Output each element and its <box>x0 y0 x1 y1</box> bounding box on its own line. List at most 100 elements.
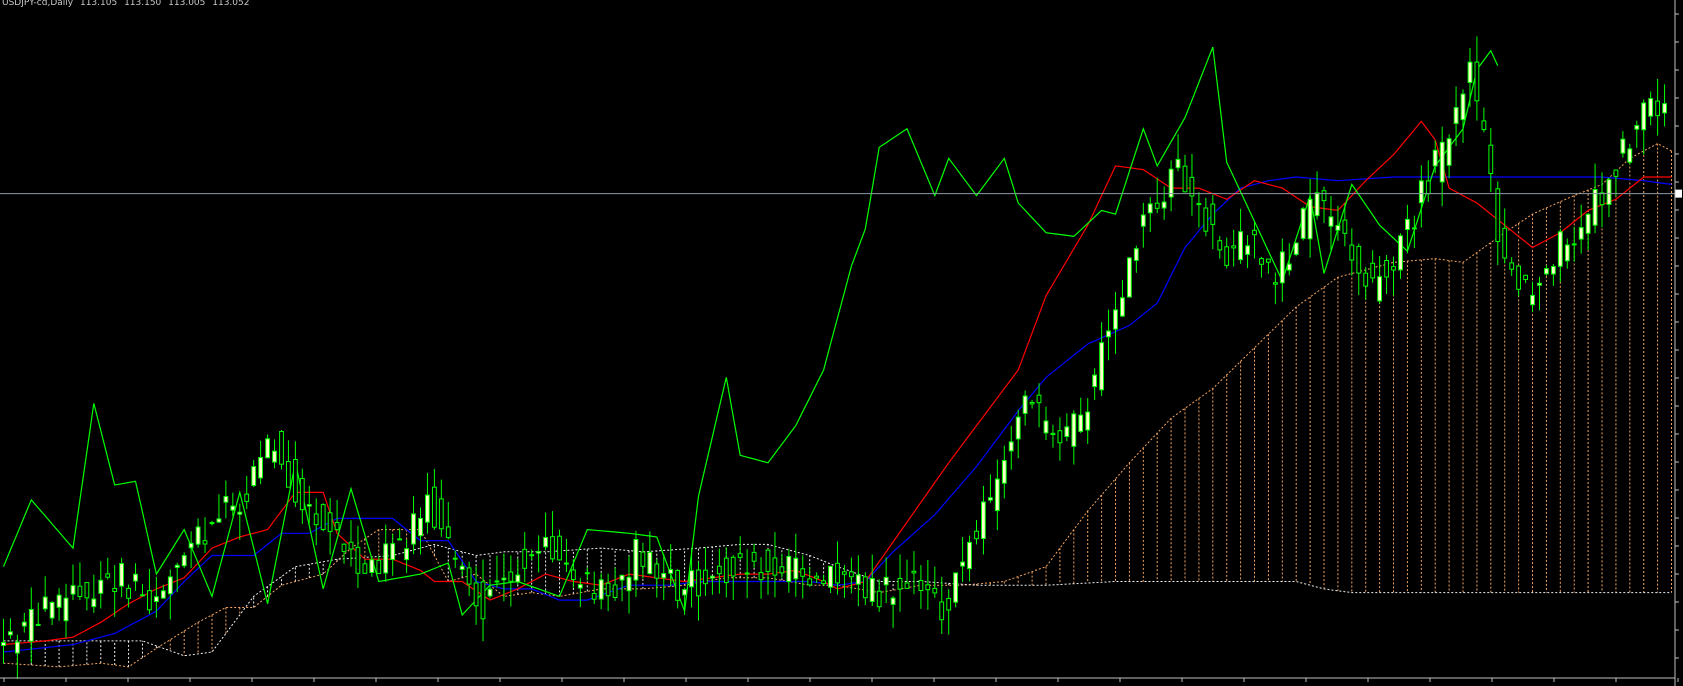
candle-bear <box>807 578 813 586</box>
candle-bull <box>251 466 257 487</box>
candle-bull <box>1022 395 1028 414</box>
candle-bear <box>932 587 938 594</box>
candle-bull <box>174 564 180 568</box>
candle-bear <box>1613 169 1619 177</box>
candle-bear <box>744 572 750 575</box>
chart-low-value: 113.005 <box>168 0 206 8</box>
candle-bear <box>737 553 743 558</box>
candle-bull <box>1085 411 1091 431</box>
candle-bull <box>369 559 375 573</box>
candle-bear <box>772 557 778 576</box>
candle-bull <box>216 518 222 523</box>
candle-bull <box>994 478 1000 512</box>
candle-bear <box>376 559 382 574</box>
candle-bear <box>974 530 979 540</box>
candle-bear <box>1516 265 1521 290</box>
candle-bull <box>1627 148 1633 163</box>
candle-bull <box>515 574 521 583</box>
candle-bull <box>1585 213 1591 234</box>
candle-bull <box>626 576 632 592</box>
candle-bull <box>1175 158 1181 169</box>
candle-bull <box>1634 125 1640 130</box>
candle-bear <box>1495 188 1501 243</box>
candle-bear <box>445 526 451 539</box>
candle-bear <box>1474 61 1480 102</box>
candle-bull <box>1092 374 1097 388</box>
candle-bear <box>362 563 368 574</box>
candle-bull <box>1467 61 1473 83</box>
candle-bull <box>1606 179 1612 205</box>
candle-bear <box>723 557 729 584</box>
candle-bull <box>70 585 76 595</box>
candle-bull <box>1446 138 1452 166</box>
candle-bear <box>112 588 118 592</box>
candle-bear <box>814 575 820 579</box>
candle-bull <box>793 557 799 580</box>
candle-bear <box>1210 203 1216 225</box>
price-scale[interactable] <box>1677 0 1683 686</box>
candle-bear <box>605 582 611 597</box>
candle-bear <box>202 540 208 545</box>
candle-bear <box>1029 402 1035 405</box>
candle-bear <box>1571 243 1577 246</box>
candle-bear <box>348 541 354 550</box>
candle-bear <box>529 554 535 557</box>
candle-bull <box>501 577 507 581</box>
candle-bull <box>1147 203 1153 214</box>
candle-bull <box>265 438 271 459</box>
candle-bear <box>862 576 868 599</box>
candle-bull <box>230 505 236 511</box>
candle-bear <box>696 569 701 597</box>
candle-bull <box>1106 330 1111 338</box>
candle-bull <box>390 543 396 561</box>
candle-bear <box>1481 120 1487 131</box>
candle-bull <box>1140 214 1146 227</box>
candle-bull <box>140 594 145 597</box>
candle-bull <box>1544 268 1549 275</box>
candle-bull <box>1 642 6 646</box>
candle-bull <box>1015 416 1021 440</box>
candle-bull <box>577 584 583 589</box>
chart-window[interactable]: USDJPY-cd,Daily 113.105 113.150 113.005 … <box>0 0 1683 686</box>
candle-bear <box>1509 262 1515 270</box>
candle-bear <box>1266 258 1271 263</box>
candle-bull <box>1398 235 1403 271</box>
candle-bear <box>1231 245 1237 249</box>
chart-close-value: 113.052 <box>212 0 250 8</box>
candle-bull <box>953 572 959 603</box>
candle-bull <box>1286 263 1292 271</box>
candle-bull <box>1335 225 1341 231</box>
candle-bull <box>1245 245 1250 255</box>
candle-bear <box>1363 272 1369 287</box>
candle-bull <box>1453 107 1459 124</box>
candle-bull <box>1161 201 1167 209</box>
candle-bear <box>946 598 952 611</box>
candle-bull <box>967 541 972 570</box>
candle-bear <box>1356 245 1362 274</box>
candle-bear <box>1655 100 1660 117</box>
candle-bull <box>411 513 416 545</box>
candle-bear <box>1391 266 1396 271</box>
candle-bull <box>1293 242 1299 255</box>
candle-bull <box>21 621 27 627</box>
candle-bull <box>195 526 201 545</box>
candle-bull <box>1557 231 1563 267</box>
candle-bull <box>1377 276 1382 302</box>
candle-bull <box>1196 203 1202 206</box>
ichimoku-chart[interactable] <box>0 0 1683 686</box>
candle-bull <box>223 496 229 503</box>
candle-bear <box>473 582 479 607</box>
candle-bull <box>1662 103 1667 114</box>
candle-bull <box>487 588 493 597</box>
candle-bull <box>1432 149 1438 167</box>
candle-bear <box>77 585 83 598</box>
candle-bear <box>1217 240 1223 251</box>
candle-bull <box>855 574 861 585</box>
candle-bull <box>1564 244 1570 262</box>
candle-bull <box>1328 216 1334 227</box>
candle-bear <box>591 593 597 600</box>
candle-bear <box>466 567 472 585</box>
candle-bull <box>668 569 674 574</box>
candle-bull <box>404 548 410 561</box>
candle-bear <box>279 431 284 465</box>
